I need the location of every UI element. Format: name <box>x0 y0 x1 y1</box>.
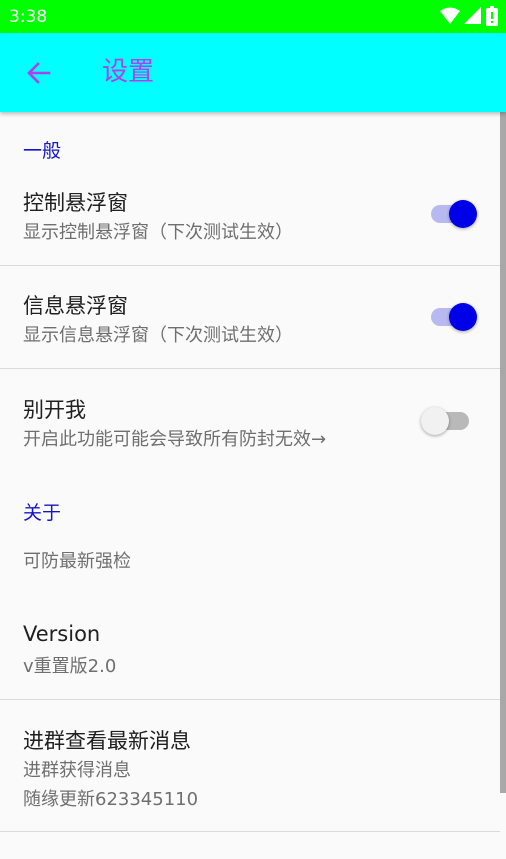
status-bar: 3:38 <box>0 0 506 33</box>
pref-title: 进群查看最新消息 <box>23 729 191 753</box>
signal-icon <box>464 7 481 24</box>
divider <box>0 265 500 266</box>
battery-icon <box>486 6 498 26</box>
category-general: 一般 <box>23 140 62 162</box>
pref-summary-line2: 随缘更新623345110 <box>23 789 199 810</box>
control-float-switch[interactable] <box>426 195 482 231</box>
dont-open-switch[interactable] <box>421 402 482 438</box>
arrow-left-icon <box>27 62 51 84</box>
pref-summary: 显示控制悬浮窗（下次测试生效） <box>23 222 293 243</box>
pref-title: 别开我 <box>23 398 86 422</box>
wifi-icon <box>440 7 460 24</box>
pref-control-float[interactable]: 控制悬浮窗 显示控制悬浮窗（下次测试生效） <box>0 177 506 265</box>
switch-thumb <box>449 303 477 331</box>
switch-thumb <box>421 407 449 435</box>
pref-summary: v重置版2.0 <box>23 656 117 677</box>
scrollbar[interactable] <box>500 112 506 793</box>
status-time: 3:38 <box>9 7 48 27</box>
pref-title: Version <box>23 622 101 646</box>
back-button[interactable] <box>14 48 64 98</box>
status-icons <box>440 6 498 26</box>
pref-group[interactable]: 进群查看最新消息 进群获得消息 随缘更新623345110 <box>0 715 506 825</box>
switch-thumb <box>449 200 477 228</box>
info-float-switch[interactable] <box>426 298 482 334</box>
divider <box>0 699 500 700</box>
pref-summary: 显示信息悬浮窗（下次测试生效） <box>23 325 293 346</box>
pref-dont-open[interactable]: 别开我 开启此功能可能会导致所有防封无效→ <box>0 384 506 472</box>
pref-info-float[interactable]: 信息悬浮窗 显示信息悬浮窗（下次测试生效） <box>0 280 506 368</box>
pref-summary: 可防最新强检 <box>23 551 131 572</box>
settings-list[interactable]: 一般 控制悬浮窗 显示控制悬浮窗（下次测试生效） 信息悬浮窗 显示信息悬浮窗（下… <box>0 112 506 859</box>
pref-title: 信息悬浮窗 <box>23 294 128 318</box>
pref-anti-check[interactable]: 可防最新强检 <box>0 537 506 597</box>
pref-title: 控制悬浮窗 <box>23 191 128 215</box>
divider <box>0 831 500 832</box>
page-title: 设置 <box>102 57 155 87</box>
pref-version[interactable]: Version v重置版2.0 <box>0 612 506 692</box>
divider <box>0 368 500 369</box>
category-about: 关于 <box>23 502 62 524</box>
app-bar: 设置 <box>0 33 506 112</box>
pref-summary: 进群获得消息 <box>23 760 131 781</box>
pref-summary: 开启此功能可能会导致所有防封无效→ <box>23 429 327 450</box>
